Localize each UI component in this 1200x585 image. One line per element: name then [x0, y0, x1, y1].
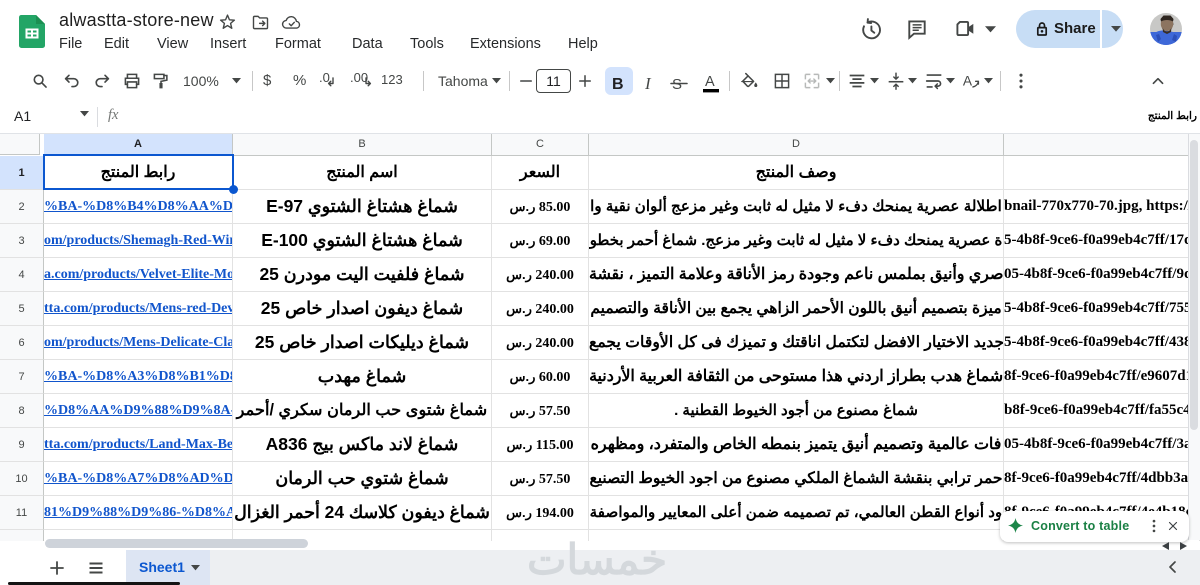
svg-text:B: B	[612, 76, 624, 90]
svg-text:.0: .0	[319, 70, 330, 85]
svg-text:A: A	[963, 74, 973, 89]
svg-text:A: A	[705, 74, 715, 90]
svg-text:I: I	[645, 74, 652, 90]
svg-text:123: 123	[381, 72, 403, 87]
svg-text:$: $	[263, 72, 272, 89]
svg-text:%: %	[293, 72, 306, 89]
